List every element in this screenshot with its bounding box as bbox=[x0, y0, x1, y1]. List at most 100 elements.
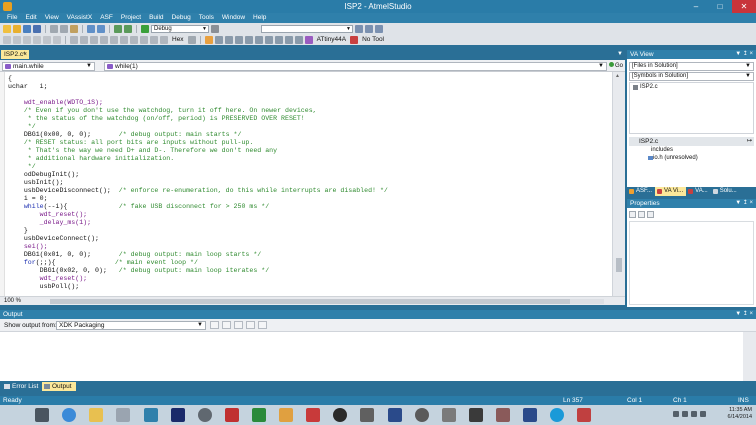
menu-edit[interactable]: Edit bbox=[21, 13, 40, 23]
run-to-cursor-icon[interactable] bbox=[43, 35, 51, 44]
find-message-icon[interactable] bbox=[210, 321, 219, 329]
redo-icon[interactable] bbox=[97, 24, 105, 33]
tool-icon[interactable] bbox=[279, 408, 293, 422]
step-over-icon[interactable] bbox=[23, 35, 31, 44]
toolbar-icon[interactable] bbox=[254, 35, 263, 44]
editor-vertical-scrollbar[interactable]: ▲ bbox=[612, 72, 625, 296]
app-icon[interactable] bbox=[415, 408, 429, 422]
app-icon[interactable] bbox=[442, 408, 456, 422]
word-wrap-icon[interactable] bbox=[258, 321, 267, 329]
toolbar-icon[interactable] bbox=[234, 35, 243, 44]
volume-icon[interactable] bbox=[700, 411, 706, 417]
memory-icon[interactable] bbox=[90, 35, 98, 44]
menu-build[interactable]: Build bbox=[145, 13, 167, 23]
battery-icon[interactable] bbox=[682, 411, 688, 417]
menu-asf[interactable]: ASF bbox=[96, 13, 117, 23]
properties-grid[interactable] bbox=[629, 221, 754, 305]
toolbar-icon[interactable] bbox=[274, 35, 283, 44]
cut-icon[interactable] bbox=[50, 24, 58, 33]
tab-va-view[interactable]: VA Vi... bbox=[655, 187, 687, 196]
scope-combo[interactable]: main.while ▼ bbox=[2, 62, 95, 71]
watch-icon[interactable] bbox=[80, 35, 88, 44]
excel-icon[interactable] bbox=[252, 408, 266, 422]
tab-va[interactable]: VA... bbox=[686, 187, 711, 196]
rebuild-icon[interactable] bbox=[124, 24, 132, 33]
menu-window[interactable]: Window bbox=[218, 13, 249, 23]
function-combo[interactable]: while(1) ▼ bbox=[104, 62, 607, 71]
toolbar-icon[interactable] bbox=[214, 35, 223, 44]
internet-explorer-icon[interactable] bbox=[62, 408, 76, 422]
zoom-level[interactable]: 100 % bbox=[4, 297, 21, 305]
categorized-icon[interactable] bbox=[629, 211, 636, 218]
panel-controls[interactable]: ▼ ↥ × bbox=[735, 199, 753, 208]
platform-icon[interactable] bbox=[211, 24, 219, 33]
menu-view[interactable]: View bbox=[41, 13, 63, 23]
device-chip-icon[interactable] bbox=[304, 35, 313, 44]
undo-icon[interactable] bbox=[87, 24, 95, 33]
output-text-area[interactable] bbox=[0, 332, 743, 381]
find-icon[interactable] bbox=[355, 24, 363, 33]
panel-controls[interactable]: ▼ ↥ × bbox=[735, 50, 753, 59]
app-icon[interactable] bbox=[523, 408, 537, 422]
paste-icon[interactable] bbox=[70, 24, 78, 33]
clear-all-icon[interactable] bbox=[246, 321, 255, 329]
save-icon[interactable] bbox=[23, 24, 31, 33]
device-selector[interactable]: ATtiny44A bbox=[315, 35, 349, 44]
editor-gutter[interactable] bbox=[0, 72, 5, 296]
toolbar-icon[interactable] bbox=[244, 35, 253, 44]
alphabetical-icon[interactable] bbox=[638, 211, 645, 218]
save-all-icon[interactable] bbox=[33, 24, 41, 33]
toolbar-icon[interactable] bbox=[294, 35, 303, 44]
menu-project[interactable]: Project bbox=[117, 13, 145, 23]
maximize-button[interactable]: □ bbox=[708, 0, 732, 13]
threads-icon[interactable] bbox=[160, 35, 168, 44]
configuration-combo[interactable]: Debug ▼ bbox=[151, 24, 209, 33]
symbols-in-solution-combo[interactable]: [Symbols in Solution] ▼ bbox=[629, 72, 754, 81]
keyboard-icon[interactable] bbox=[116, 408, 130, 422]
outline-item-io-h[interactable]: io.h (unresolved) bbox=[629, 154, 754, 162]
panel-controls[interactable]: ▼ ↥ × bbox=[735, 310, 753, 319]
step-into-icon[interactable] bbox=[13, 35, 21, 44]
tool-selector[interactable]: No Tool bbox=[360, 35, 386, 44]
open-icon[interactable] bbox=[13, 24, 21, 33]
flag-icon[interactable] bbox=[673, 411, 679, 417]
tab-error-list[interactable]: Error List bbox=[2, 382, 42, 391]
minimize-button[interactable]: – bbox=[684, 0, 708, 13]
close-tab-icon[interactable]: × bbox=[23, 50, 27, 59]
step-icon[interactable] bbox=[3, 35, 11, 44]
toolbar-icon[interactable] bbox=[284, 35, 293, 44]
skype-icon[interactable] bbox=[550, 408, 564, 422]
output-source-combo[interactable]: XDK Packaging ▼ bbox=[56, 321, 206, 330]
media-icon[interactable] bbox=[198, 408, 212, 422]
app-icon[interactable] bbox=[388, 408, 402, 422]
onenote-icon[interactable] bbox=[225, 408, 239, 422]
app-icon[interactable] bbox=[496, 408, 510, 422]
scrollbar-thumb[interactable] bbox=[616, 258, 622, 272]
editor-horizontal-scrollbar[interactable] bbox=[50, 299, 604, 304]
menu-debug[interactable]: Debug bbox=[168, 13, 195, 23]
breakpoints-icon[interactable] bbox=[70, 35, 78, 44]
app-icon[interactable] bbox=[360, 408, 374, 422]
menu-file[interactable]: File bbox=[3, 13, 21, 23]
scrollbar-thumb[interactable] bbox=[50, 299, 570, 304]
file-explorer-icon[interactable] bbox=[89, 408, 103, 422]
tab-solution-explorer[interactable]: Solu... bbox=[711, 187, 740, 196]
tab-asf[interactable]: ASF... bbox=[627, 187, 655, 196]
clock[interactable]: 11:35 AM 6/14/2014 bbox=[728, 407, 752, 421]
processor-icon[interactable] bbox=[130, 35, 138, 44]
app-icon[interactable] bbox=[333, 408, 347, 422]
scroll-up-icon[interactable]: ▲ bbox=[615, 73, 620, 79]
step-out-icon[interactable] bbox=[33, 35, 41, 44]
start-debugging-icon[interactable] bbox=[141, 24, 149, 33]
atmel-studio-icon[interactable] bbox=[577, 408, 591, 422]
output-scrollbar[interactable] bbox=[743, 332, 756, 381]
call-stack-icon[interactable] bbox=[140, 35, 148, 44]
files-in-solution-combo[interactable]: [Files in Solution] ▼ bbox=[629, 62, 754, 71]
build-icon[interactable] bbox=[114, 24, 122, 33]
menu-vassistx[interactable]: VAssistX bbox=[63, 13, 97, 23]
photoshop-icon[interactable] bbox=[171, 408, 185, 422]
tab-isp2-c[interactable]: ISP2.c* × bbox=[1, 50, 29, 59]
start-icon[interactable] bbox=[35, 408, 49, 422]
device-programming-icon[interactable] bbox=[204, 35, 213, 44]
acrobat-icon[interactable] bbox=[306, 408, 320, 422]
